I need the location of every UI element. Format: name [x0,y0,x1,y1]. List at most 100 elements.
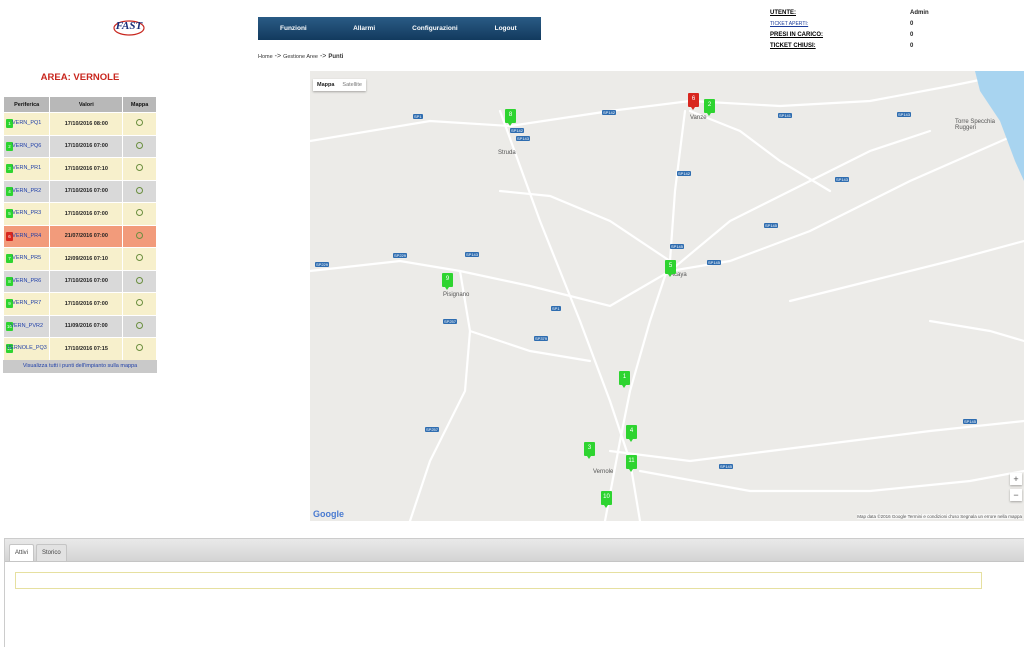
map-marker[interactable]: 9 [442,273,453,290]
col-periferica: Periferica [2,96,51,113]
utente-label: UTENTE: [770,9,796,16]
breadcrumb-gestione-aree[interactable]: Gestione Aree [283,54,318,60]
zoom-out-button[interactable]: − [1010,489,1022,501]
table-row: 10 VERN_PVR2 11/09/2016 07:00 [2,314,157,338]
mappa-cell [122,179,157,203]
periferica-link[interactable]: VERN_PQ1 [4,120,49,126]
map-marker[interactable]: 8 [505,109,516,126]
periferica-cell: 2 VERN_PQ6 [2,134,51,158]
magnifier-icon[interactable] [136,254,144,262]
nav-funzioni[interactable]: Funzioni [258,25,329,32]
fast-logo: FAST [112,14,146,42]
table-row: 11 VERNOLE_PQ3 17/10/2016 07:15 [2,337,157,361]
magnifier-icon[interactable] [136,344,144,352]
periferiche-table: Periferica Valori Mappa 1 VERN_PQ1 17/10/2… [2,96,157,361]
road-label: SP145 [670,244,685,249]
periferica-link[interactable]: VERN_PR6 [4,278,49,284]
place-label: Vanze [690,115,707,121]
periferica-cell: 9 VERN_PR7 [2,292,51,316]
magnifier-icon[interactable] [136,299,144,307]
road-label: SP1 [413,114,423,119]
ticket-chiusi-label[interactable]: TICKET CHIUSI: [770,43,816,49]
magnifier-icon[interactable] [136,276,144,284]
zoom-in-button[interactable]: + [1010,473,1022,485]
view-all-points-link[interactable]: Visualizza tutti i punti dell'impianto s… [3,360,157,373]
table-row: 3 VERN_PR1 17/10/2016 07:10 [2,157,157,181]
mappa-cell [122,202,157,226]
road-label: SP379 [534,336,549,341]
valori-cell: 21/07/2016 07:00 [49,224,124,248]
user-info: UTENTE: Admin TICKET APERTI: 0 PRESI IN CA… [770,7,950,51]
nav-allarmi[interactable]: Allarmi [329,25,400,32]
nav-configurazioni[interactable]: Configurazioni [400,25,471,32]
tab-storico[interactable]: Storico [36,544,67,561]
map-marker[interactable]: 1 [619,371,630,388]
table-row: 2 VERN_PQ6 17/10/2016 07:00 [2,134,157,158]
breadcrumb-separator: -> [274,53,282,60]
map-attribution[interactable]: Map data ©2016 Google Termini e condizio… [857,514,1022,519]
map-marker-alarm[interactable]: 6 [688,93,699,110]
place-label: Vernole [593,469,614,475]
map-marker[interactable]: 5 [665,260,676,277]
road-label: SP142 [602,110,617,115]
periferica-link[interactable]: VERN_PR4 [4,233,49,239]
map-type-control: Mappa Satellite [313,79,366,91]
road-label: SP145 [707,260,722,265]
tickets-panel: Attivi Storico [4,538,1024,647]
magnifier-icon[interactable] [136,186,144,194]
magnifier-icon[interactable] [136,119,144,127]
map-type-mappa[interactable]: Mappa [313,79,338,91]
mappa-cell [122,269,157,293]
valori-cell: 12/09/2016 07:10 [49,247,124,271]
road-label: SP143 [516,136,531,141]
map-marker[interactable]: 3 [584,442,595,459]
map-marker[interactable]: 10 [601,491,612,508]
periferica-cell: 5 VERN_PR3 [2,202,51,226]
periferica-link[interactable]: VERN_PQ6 [4,143,49,149]
periferica-link[interactable]: VERN_PR2 [4,188,49,194]
valori-cell: 17/10/2016 07:00 [49,202,124,226]
presi-in-carico-label[interactable]: PRESI IN CARICO: [770,32,823,38]
breadcrumb-current: Punti [328,53,344,60]
road-label: SP143 [835,177,850,182]
map-marker[interactable]: 4 [626,425,637,442]
periferica-link[interactable]: VERN_PVR2 [4,323,49,329]
magnifier-icon[interactable] [136,231,144,239]
mappa-cell [122,337,157,361]
periferica-link[interactable]: VERNOLE_PQ3 [4,345,49,351]
periferica-cell: 10 VERN_PVR2 [2,314,51,338]
valori-cell: 17/10/2016 07:00 [49,134,124,158]
map-view[interactable]: Mappa Satellite Struda Vanze Acaya Pisig… [310,71,1024,521]
ticket-aperti-link[interactable]: TICKET APERTI: [770,21,808,27]
mappa-cell [122,292,157,316]
periferica-link[interactable]: VERN_PR3 [4,210,49,216]
magnifier-icon[interactable] [136,141,144,149]
table-row: 6 VERN_PR4 21/07/2016 07:00 [2,224,157,248]
presi-in-carico-value: 0 [910,31,914,38]
periferica-link[interactable]: VERN_PR5 [4,255,49,261]
map-marker[interactable]: 11 [626,455,637,472]
road-label: SP142 [510,128,525,133]
periferica-link[interactable]: VERN_PR1 [4,165,49,171]
magnifier-icon[interactable] [136,209,144,217]
road-label: SP229 [393,253,408,258]
main-nav: Funzioni Allarmi Configurazioni Logout [258,17,541,40]
map-marker[interactable]: 2 [704,99,715,116]
breadcrumb-home[interactable]: Home [258,54,273,60]
ticket-chiusi-value: 0 [910,42,914,49]
magnifier-icon[interactable] [136,164,144,172]
area-title: AREA: VERNOLE [40,72,120,83]
tab-content-box [15,572,982,589]
valori-cell: 17/10/2016 07:15 [49,337,124,361]
logo-text: FAST [115,20,144,32]
valori-cell: 17/10/2016 08:00 [49,112,124,136]
periferica-cell: 3 VERN_PR1 [2,157,51,181]
tab-attivi[interactable]: Attivi [9,544,35,561]
map-type-satellite[interactable]: Satellite [338,79,366,91]
mappa-cell [122,314,157,338]
breadcrumb: Home -> Gestione Aree -> Punti [258,53,343,60]
periferica-cell: 4 VERN_PR2 [2,179,51,203]
nav-logout[interactable]: Logout [470,25,541,32]
periferica-link[interactable]: VERN_PR7 [4,300,49,306]
magnifier-icon[interactable] [136,321,144,329]
